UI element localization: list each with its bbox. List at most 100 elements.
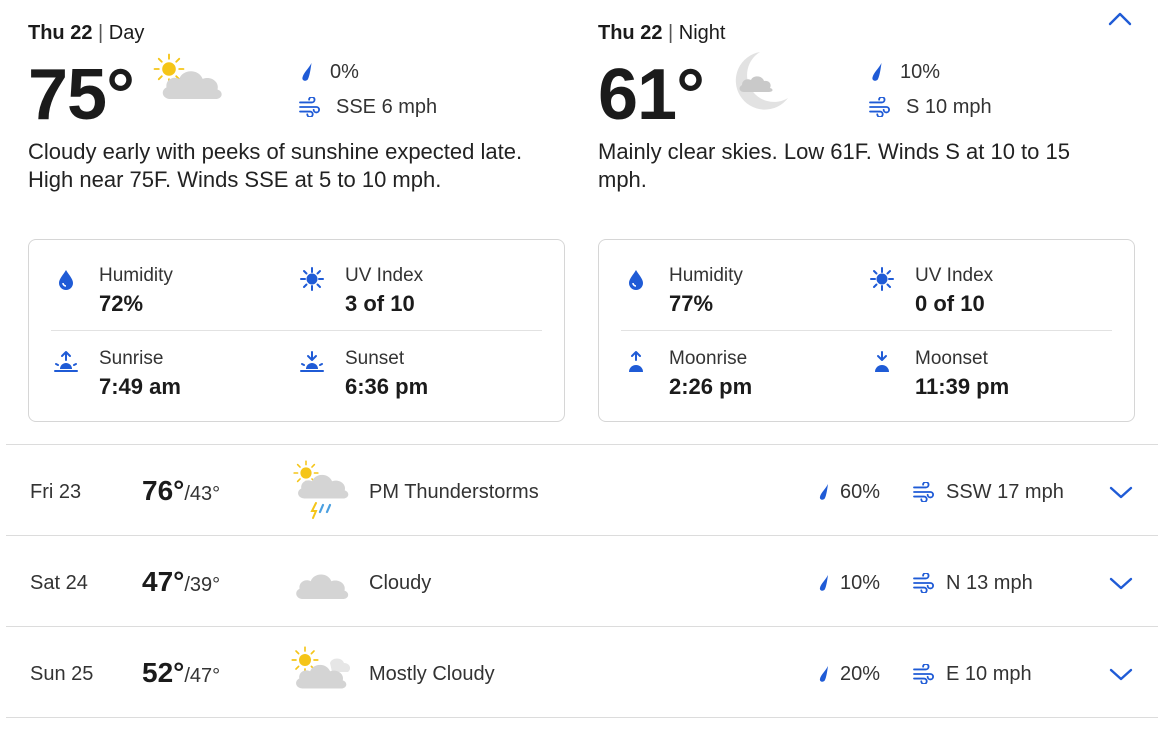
detail-value: 2:26 pm xyxy=(669,374,753,399)
night-date: Thu 22 xyxy=(598,22,663,44)
partly-cloudy-night-icon xyxy=(735,52,788,110)
day-details-card: Humidity 72% UV Index 3 of 10 Sunrise 7:… xyxy=(28,239,565,422)
mostly-cloudy-icon xyxy=(291,646,351,689)
day-temperature: 75° xyxy=(28,55,135,135)
forecast-wind-value: SSW 17 mph xyxy=(946,481,1064,503)
partly-cloudy-day-icon xyxy=(153,53,222,99)
forecast-precip: 60% xyxy=(816,479,880,505)
wind-icon xyxy=(912,573,936,593)
night-moonrise: Moonrise 2:26 pm xyxy=(623,323,843,399)
today-panel: Thu 22 | Day 75° 0% SSE 6 mph Cloudy ear… xyxy=(0,0,1164,444)
forecast-wind-value: E 10 mph xyxy=(946,663,1032,685)
header-separator: | xyxy=(668,22,679,44)
night-uv-index: UV Index 0 of 10 xyxy=(869,240,1089,316)
forecast-wind-value: N 13 mph xyxy=(946,572,1033,594)
night-details-card: Humidity 77% UV Index 0 of 10 Moonrise 2… xyxy=(598,239,1135,422)
wind-icon xyxy=(912,482,936,502)
detail-label: UV Index xyxy=(915,265,994,286)
forecast-condition: Cloudy xyxy=(369,572,432,594)
expand-chevron-down-icon[interactable] xyxy=(1108,573,1134,593)
detail-label: Moonrise xyxy=(669,348,748,369)
night-description: Mainly clear skies. Low 61F. Winds S at … xyxy=(598,139,1070,192)
detail-value: 7:49 am xyxy=(99,374,181,399)
day-sunrise: Sunrise 7:49 am xyxy=(53,323,273,399)
forecast-high: 76° xyxy=(142,475,185,506)
day-header: Thu 22 | Day xyxy=(28,20,144,46)
humidity-drop-icon xyxy=(629,270,643,290)
humidity-drop-icon xyxy=(59,270,73,290)
night-precip-value: 10% xyxy=(900,61,941,83)
forecast-day: Sun 25 xyxy=(30,663,94,685)
forecast-precip-value: 20% xyxy=(840,663,881,685)
forecast-row-fri[interactable]: Fri 23 76°/43° PM Thunderstorms 60% SSW … xyxy=(0,445,1164,535)
detail-label: Humidity xyxy=(669,265,743,286)
thunderstorm-icon xyxy=(293,460,349,519)
forecast-high: 52° xyxy=(142,657,185,688)
day-description: Cloudy early with peeks of sunshine expe… xyxy=(28,139,523,192)
precip-drop-icon xyxy=(868,61,886,83)
forecast-precip-value: 60% xyxy=(840,481,881,503)
forecast-wind: SSW 17 mph xyxy=(912,479,1064,505)
detail-value: 6:36 pm xyxy=(345,374,429,399)
row-divider xyxy=(6,717,1158,718)
precip-drop-icon xyxy=(816,572,832,594)
night-moonset: Moonset 11:39 pm xyxy=(869,323,1089,399)
wind-icon xyxy=(912,664,936,684)
detail-label: Sunrise xyxy=(99,348,164,369)
forecast-temps: 47°/39° xyxy=(142,566,220,601)
forecast-temps: 52°/47° xyxy=(142,657,220,692)
night-precip: 10% xyxy=(868,59,940,85)
expand-chevron-down-icon[interactable] xyxy=(1108,482,1134,502)
night-header: Thu 22 | Night xyxy=(598,20,725,46)
collapse-chevron-up-icon[interactable] xyxy=(1106,8,1134,30)
day-wind: SSE 6 mph xyxy=(298,94,437,120)
forecast-low: /43° xyxy=(184,483,221,505)
night-wind-value: S 10 mph xyxy=(906,96,992,118)
detail-value: 11:39 pm xyxy=(915,374,1010,399)
forecast-row-sat[interactable]: Sat 24 47°/39° Cloudy 10% N 13 mph xyxy=(0,536,1164,626)
detail-value: 3 of 10 xyxy=(345,291,415,316)
day-date: Thu 22 xyxy=(28,22,93,44)
precip-drop-icon xyxy=(816,663,832,685)
forecast-row-sun[interactable]: Sun 25 52°/47° Mostly Cloudy 20% E 10 mp… xyxy=(0,627,1164,717)
precip-drop-icon xyxy=(298,61,316,83)
night-period: Night xyxy=(678,22,726,44)
expand-chevron-down-icon[interactable] xyxy=(1108,664,1134,684)
forecast-precip: 20% xyxy=(816,661,880,687)
detail-label: Humidity xyxy=(99,265,173,286)
detail-label: Sunset xyxy=(345,348,405,369)
day-uv-index: UV Index 3 of 10 xyxy=(299,240,519,316)
day-sunset: Sunset 6:36 pm xyxy=(299,323,519,399)
forecast-wind: E 10 mph xyxy=(912,661,1032,687)
detail-value: 72% xyxy=(99,291,144,316)
forecast-temps: 76°/43° xyxy=(142,475,220,510)
header-separator: | xyxy=(98,22,109,44)
wind-icon xyxy=(298,97,322,117)
detail-label: Moonset xyxy=(915,348,988,369)
forecast-precip-value: 10% xyxy=(840,572,881,594)
sunset-icon xyxy=(300,351,324,372)
day-humidity: Humidity 72% xyxy=(53,240,273,316)
night-temperature: 61° xyxy=(598,55,705,135)
forecast-high: 47° xyxy=(142,566,185,597)
forecast-condition: PM Thunderstorms xyxy=(369,481,539,503)
day-precip-value: 0% xyxy=(330,61,359,83)
forecast-day: Fri 23 xyxy=(30,481,82,503)
forecast-condition: Mostly Cloudy xyxy=(369,663,495,685)
precip-drop-icon xyxy=(816,481,832,503)
night-column: Thu 22 | Night 61° 10% S 10 mph Mainly c… xyxy=(598,0,1138,444)
forecast-low: /39° xyxy=(184,574,221,596)
sunrise-icon xyxy=(54,351,78,372)
wind-icon xyxy=(868,97,892,117)
day-period: Day xyxy=(108,22,145,44)
day-column: Thu 22 | Day 75° 0% SSE 6 mph Cloudy ear… xyxy=(28,0,568,444)
night-wind: S 10 mph xyxy=(868,94,992,120)
night-humidity: Humidity 77% xyxy=(623,240,843,316)
uv-sun-icon xyxy=(870,267,894,291)
moonrise-icon xyxy=(629,351,643,372)
uv-sun-icon xyxy=(300,267,324,291)
detail-label: UV Index xyxy=(345,265,424,286)
forecast-precip: 10% xyxy=(816,570,880,596)
forecast-low: /47° xyxy=(184,665,221,687)
moonset-icon xyxy=(875,351,889,372)
